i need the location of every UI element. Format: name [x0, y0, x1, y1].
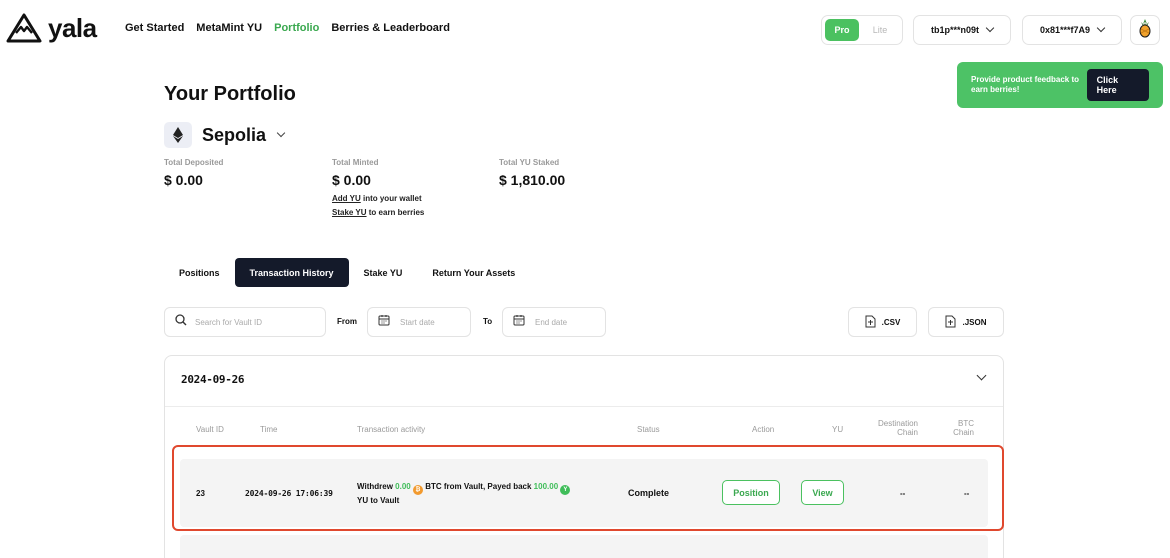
main-nav: Get Started MetaMint YU Portfolio Berrie…	[125, 22, 450, 34]
time-cell: 2024-09-26 17:06:39	[245, 489, 333, 498]
yu-token-icon: Y	[560, 485, 571, 495]
btc-amount: 0.00	[395, 482, 411, 491]
vault-id-cell: 23	[196, 489, 205, 498]
bitcoin-icon: ₿	[412, 485, 423, 495]
nav-portfolio[interactable]: Portfolio	[274, 22, 319, 34]
nav-get-started[interactable]: Get Started	[125, 22, 184, 34]
stat-value: $ 0.00	[164, 172, 203, 188]
table-row	[180, 535, 988, 558]
tab-stake-yu[interactable]: Stake YU	[349, 258, 418, 287]
column-header-btc-text: BTC	[958, 419, 974, 428]
destination-chain-cell: --	[900, 489, 906, 498]
history-date-group: 2024-09-26	[164, 355, 1004, 558]
stat-value: $ 1,810.00	[499, 172, 566, 188]
history-date-header: 2024-09-26	[181, 373, 245, 386]
divider	[165, 406, 1003, 407]
stake-yu-link[interactable]: Stake YU	[332, 208, 367, 217]
portfolio-tabs: Positions Transaction History Stake YU R…	[164, 258, 530, 287]
stat-label: Total Deposited	[164, 158, 224, 167]
column-header-action: Action	[752, 425, 775, 434]
feedback-banner: Provide product feedback to earn berries…	[957, 62, 1163, 108]
profile-avatar-button[interactable]	[1130, 15, 1160, 45]
column-header-destination-chain: Destination Chain	[872, 419, 918, 437]
nav-berries-leaderboard[interactable]: Berries & Leaderboard	[331, 22, 450, 34]
column-header-chain-text: Chain	[953, 428, 974, 437]
chevron-down-icon	[276, 128, 286, 138]
column-header-activity: Transaction activity	[357, 425, 426, 434]
start-date-input[interactable]	[400, 317, 460, 327]
brand-name: yala	[48, 13, 97, 43]
feedback-text: Provide product feedback to earn berries…	[971, 75, 1080, 94]
column-header-vault-id: Vault ID	[196, 425, 224, 434]
start-date-field	[367, 307, 471, 337]
tab-positions[interactable]: Positions	[164, 258, 235, 287]
stat-label: Total Minted	[332, 158, 379, 167]
total-yu-staked-stat: Total YU Staked $ 1,810.00	[499, 158, 565, 188]
activity-text: Withdrew	[357, 482, 396, 491]
export-csv-button[interactable]: .CSV	[848, 307, 917, 337]
total-deposited-stat: Total Deposited $ 0.00	[164, 158, 223, 188]
activity-text: BTC from Vault, Payed back	[422, 482, 534, 491]
stake-yu-hint-text: to earn berries	[366, 208, 425, 217]
btc-chain-cell: --	[964, 489, 970, 498]
file-export-icon	[865, 315, 876, 330]
tab-transaction-history[interactable]: Transaction History	[234, 258, 349, 287]
activity-cell: Withdrew 0.00 ₿ BTC from Vault, Payed ba…	[357, 481, 597, 507]
page-title: Your Portfolio	[164, 83, 296, 105]
top-header: yala Get Started MetaMint YU Portfolio B…	[0, 0, 1170, 58]
ethereum-icon	[164, 122, 192, 148]
export-json-label: .JSON	[962, 317, 987, 327]
stat-label: Total YU Staked	[499, 158, 560, 167]
feedback-click-here-button[interactable]: Click Here	[1086, 69, 1149, 101]
status-cell: Complete	[628, 488, 670, 498]
btc-account-address: tb1p***n09t	[930, 25, 979, 35]
file-export-icon	[945, 315, 956, 330]
lite-mode-button[interactable]: Lite	[863, 19, 897, 41]
brand-logo[interactable]: yala	[6, 13, 97, 43]
column-header-time: Time	[260, 425, 278, 434]
chevron-down-icon	[1096, 23, 1106, 33]
column-header-yu: YU	[832, 425, 844, 434]
vault-search-box	[164, 307, 326, 337]
activity-text: YU to Vault	[357, 496, 400, 505]
chevron-down-icon	[985, 23, 995, 33]
evm-account-dropdown[interactable]: 0x81***f7A9	[1022, 15, 1122, 45]
calendar-icon	[513, 313, 525, 331]
stake-yu-hint: Stake YU to earn berries	[332, 208, 424, 218]
evm-account-address: 0x81***f7A9	[1039, 25, 1091, 35]
network-selector[interactable]: Sepolia	[164, 122, 286, 148]
calendar-icon	[378, 313, 390, 331]
stat-value: $ 0.00	[332, 172, 371, 188]
export-json-button[interactable]: .JSON	[928, 307, 1004, 337]
add-yu-hint-text: into your wallet	[360, 194, 422, 203]
column-header-destination-text: Destination	[877, 419, 918, 428]
btc-account-dropdown[interactable]: tb1p***n09t	[913, 15, 1011, 45]
tab-return-your-assets[interactable]: Return Your Assets	[417, 258, 530, 287]
view-yu-button[interactable]: View	[801, 480, 844, 505]
search-icon	[175, 313, 187, 331]
pro-mode-button[interactable]: Pro	[825, 19, 859, 41]
yu-amount: 100.00	[533, 482, 559, 491]
add-yu-hint: Add YU into your wallet	[332, 194, 424, 204]
chevron-down-icon[interactable]	[976, 370, 987, 381]
column-header-btc-chain: BTC Chain	[936, 419, 974, 437]
end-date-field	[502, 307, 606, 337]
mountain-logo-icon	[6, 13, 42, 43]
add-yu-link[interactable]: Add YU	[332, 194, 361, 203]
network-name: Sepolia	[202, 124, 267, 145]
pro-lite-toggle: Pro Lite	[821, 15, 903, 45]
nav-metamint-yu[interactable]: MetaMint YU	[196, 22, 262, 34]
export-csv-label: .CSV	[881, 317, 901, 327]
pineapple-avatar-icon	[1138, 18, 1152, 43]
end-date-input[interactable]	[535, 317, 595, 327]
total-minted-stat: Total Minted $ 0.00 Add YU into your wal…	[332, 158, 424, 218]
vault-search-input[interactable]	[195, 317, 315, 327]
to-label: To	[483, 317, 493, 326]
column-header-status: Status	[637, 425, 660, 434]
from-label: From	[337, 317, 357, 326]
position-button[interactable]: Position	[722, 480, 780, 505]
column-header-chain-text: Chain	[897, 428, 918, 437]
